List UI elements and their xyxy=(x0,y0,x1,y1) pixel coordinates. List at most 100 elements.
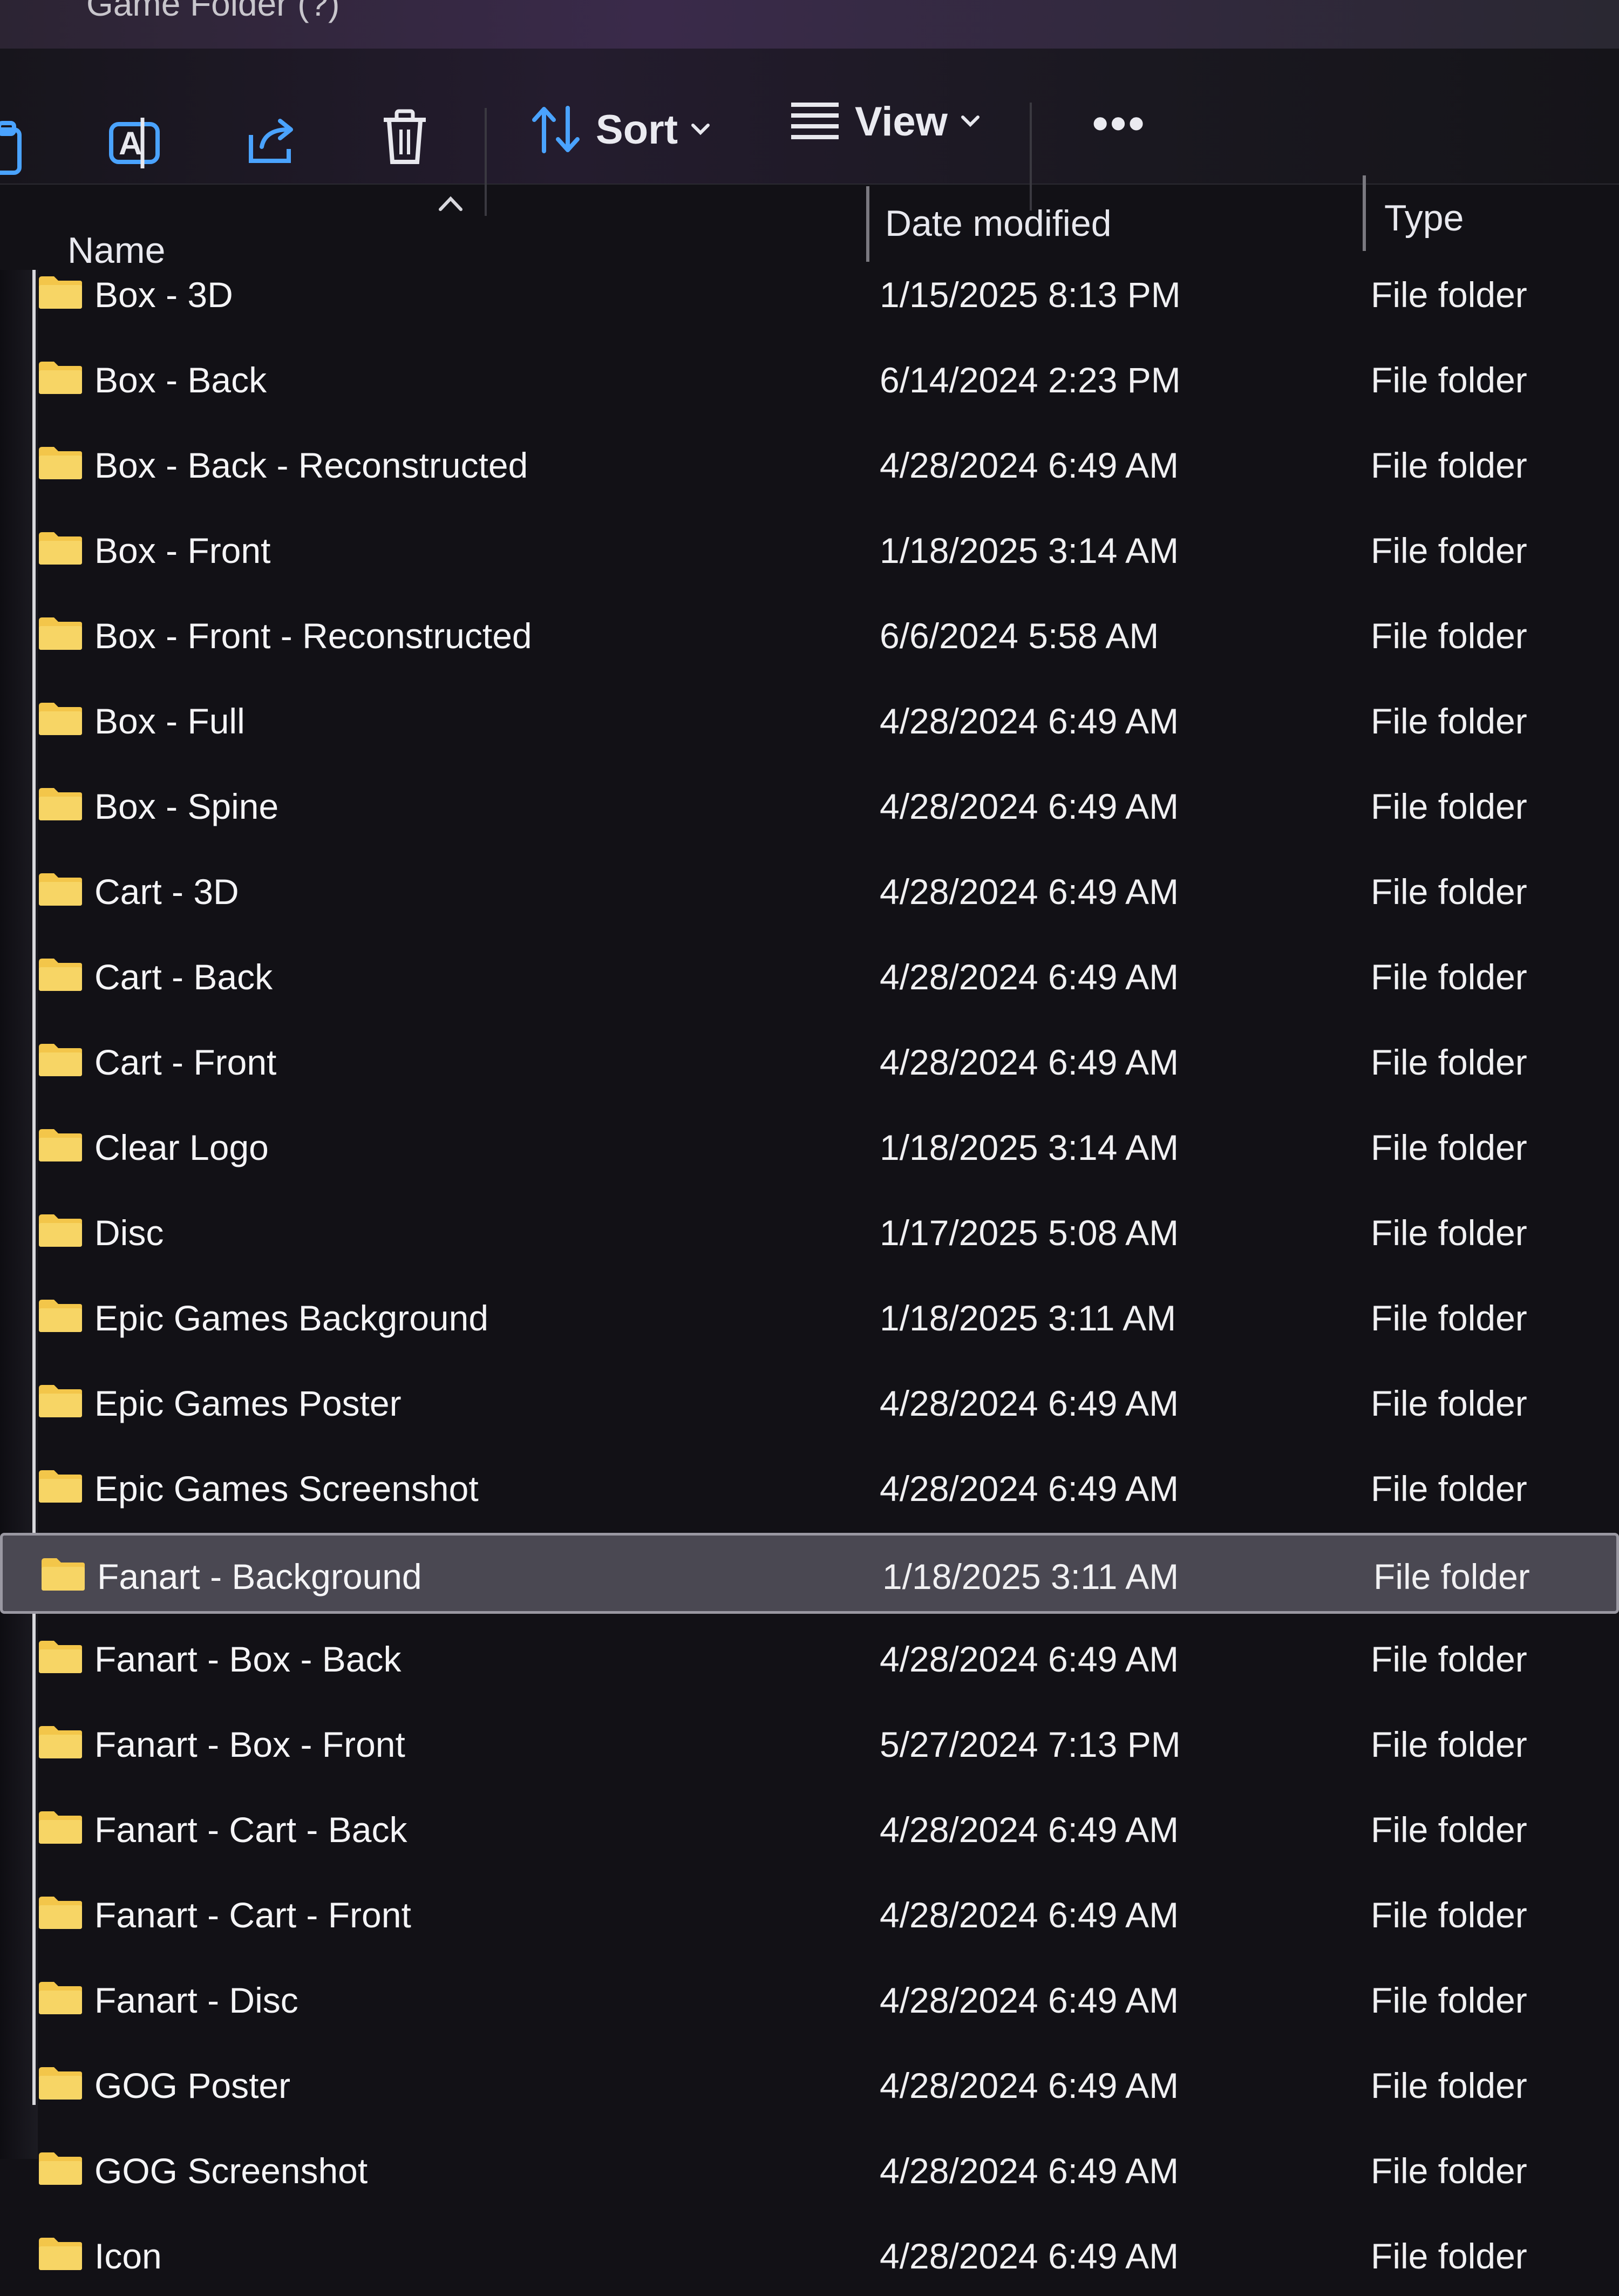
file-name: Fanart - Background xyxy=(97,1557,422,1597)
file-date-modified: 5/27/2024 7:13 PM xyxy=(880,1724,1181,1764)
file-name: Cart - 3D xyxy=(94,872,239,912)
file-date-modified: 1/17/2025 5:08 AM xyxy=(880,1213,1179,1253)
file-row[interactable]: Box - Spine 4/28/2024 6:49 AM File folder xyxy=(0,765,1619,846)
file-type: File folder xyxy=(1371,1213,1527,1253)
file-type: File folder xyxy=(1371,2236,1527,2276)
file-type: File folder xyxy=(1371,701,1527,741)
file-row[interactable]: Box - 3D 1/15/2025 8:13 PM File folder xyxy=(0,254,1619,335)
folder-icon xyxy=(39,2067,82,2100)
file-name: Fanart - Box - Front xyxy=(94,1724,405,1764)
file-name: Fanart - Cart - Back xyxy=(94,1810,407,1850)
file-row[interactable]: Clear Logo 1/18/2025 3:14 AM File folder xyxy=(0,1106,1619,1187)
file-name: Clear Logo xyxy=(94,1127,269,1167)
file-date-modified: 4/28/2024 6:49 AM xyxy=(880,445,1179,485)
sort-icon xyxy=(532,106,580,153)
folder-icon xyxy=(39,788,82,820)
delete-button[interactable] xyxy=(380,108,429,167)
folder-icon xyxy=(39,2238,82,2270)
file-date-modified: 4/28/2024 6:49 AM xyxy=(880,786,1179,826)
paste-button[interactable] xyxy=(0,119,27,178)
file-date-modified: 4/28/2024 6:49 AM xyxy=(880,957,1179,997)
file-date-modified: 4/28/2024 6:49 AM xyxy=(880,1469,1179,1509)
file-row[interactable]: Fanart - Background 1/18/2025 3:11 AM File… xyxy=(0,1533,1619,1614)
paste-icon xyxy=(0,121,22,175)
file-date-modified: 1/18/2025 3:14 AM xyxy=(880,1127,1179,1167)
file-row[interactable]: Epic Games Background 1/18/2025 3:11 AM Fi… xyxy=(0,1277,1619,1358)
file-row[interactable]: Cart - Back 4/28/2024 6:49 AM File folder xyxy=(0,936,1619,1017)
trash-icon xyxy=(384,109,426,164)
file-row[interactable]: Box - Front 1/18/2025 3:14 AM File folder xyxy=(0,510,1619,590)
column-header-date-modified[interactable]: Date modified xyxy=(885,202,1112,244)
file-date-modified: 4/28/2024 6:49 AM xyxy=(880,1042,1179,1082)
sort-button[interactable]: Sort xyxy=(529,103,710,157)
share-button[interactable] xyxy=(246,113,300,167)
file-name: Disc xyxy=(94,1213,164,1253)
folder-icon xyxy=(39,617,82,650)
file-row[interactable]: Epic Games Screenshot 4/28/2024 6:49 AM Fi… xyxy=(0,1448,1619,1529)
file-row[interactable]: Box - Front - Reconstructed 6/6/2024 5:58… xyxy=(0,595,1619,676)
file-date-modified: 4/28/2024 6:49 AM xyxy=(880,1639,1179,1679)
file-name: GOG Poster xyxy=(94,2066,291,2105)
rename-button[interactable]: A xyxy=(108,113,162,173)
column-header-type[interactable]: Type xyxy=(1384,197,1464,239)
chevron-down-icon xyxy=(691,124,710,135)
sort-ascending-icon xyxy=(439,196,462,211)
folder-icon xyxy=(42,1558,85,1591)
file-type: File folder xyxy=(1371,1383,1527,1423)
folder-icon xyxy=(39,873,82,906)
file-row[interactable]: Fanart - Box - Front 5/27/2024 7:13 PM Fil… xyxy=(0,1703,1619,1784)
folder-icon xyxy=(39,362,82,394)
folder-icon xyxy=(39,1811,82,1844)
file-row[interactable]: GOG Screenshot 4/28/2024 6:49 AM File fold… xyxy=(0,2130,1619,2211)
file-row[interactable]: Box - Full 4/28/2024 6:49 AM File folder xyxy=(0,680,1619,761)
file-name: Cart - Front xyxy=(94,1042,277,1082)
file-row[interactable]: Fanart - Disc 4/28/2024 6:49 AM File folde… xyxy=(0,1959,1619,2040)
file-name: Icon xyxy=(94,2236,162,2276)
file-row[interactable]: Fanart - Cart - Front 4/28/2024 6:49 AM Fi… xyxy=(0,1874,1619,1955)
file-date-modified: 4/28/2024 6:49 AM xyxy=(880,1810,1179,1850)
file-row[interactable]: Cart - 3D 4/28/2024 6:49 AM File folder xyxy=(0,851,1619,932)
file-type: File folder xyxy=(1371,1298,1527,1338)
file-row[interactable]: Box - Back - Reconstructed 4/28/2024 6:49… xyxy=(0,424,1619,505)
file-date-modified: 4/28/2024 6:49 AM xyxy=(880,701,1179,741)
file-name: Fanart - Box - Back xyxy=(94,1639,402,1679)
file-type: File folder xyxy=(1371,616,1527,656)
file-type: File folder xyxy=(1371,1810,1527,1850)
file-row[interactable]: Box - Back 6/14/2024 2:23 PM File folder xyxy=(0,339,1619,420)
file-row[interactable]: Fanart - Box - Back 4/28/2024 6:49 AM File… xyxy=(0,1618,1619,1699)
folder-icon xyxy=(39,1897,82,1929)
file-date-modified: 4/28/2024 6:49 AM xyxy=(880,1383,1179,1423)
column-resize-handle[interactable] xyxy=(1363,175,1366,251)
breadcrumb[interactable]: Game Folder (?) xyxy=(86,0,339,24)
file-type: File folder xyxy=(1371,1639,1527,1679)
file-name: Fanart - Disc xyxy=(94,1980,298,2020)
file-row[interactable]: Cart - Front 4/28/2024 6:49 AM File folder xyxy=(0,1021,1619,1102)
file-date-modified: 4/28/2024 6:49 AM xyxy=(880,2066,1179,2105)
more-options-button[interactable]: ••• xyxy=(1079,97,1146,150)
title-bar: Game Folder (?) xyxy=(0,0,1619,49)
file-type: File folder xyxy=(1371,1042,1527,1082)
folder-icon xyxy=(39,1300,82,1332)
file-date-modified: 4/28/2024 6:49 AM xyxy=(880,2151,1179,2191)
rename-icon: A xyxy=(109,118,160,168)
file-name: Box - Full xyxy=(94,701,245,741)
file-name: Box - 3D xyxy=(94,275,233,315)
file-date-modified: 4/28/2024 6:49 AM xyxy=(880,1895,1179,1935)
column-resize-handle[interactable] xyxy=(866,186,869,262)
file-name: Epic Games Background xyxy=(94,1298,489,1338)
file-date-modified: 6/14/2024 2:23 PM xyxy=(880,360,1181,400)
file-row[interactable]: Disc 1/17/2025 5:08 AM File folder xyxy=(0,1192,1619,1273)
file-type: File folder xyxy=(1373,1557,1530,1597)
file-row[interactable]: Fanart - Cart - Back 4/28/2024 6:49 AM Fil… xyxy=(0,1789,1619,1870)
file-row[interactable]: GOG Poster 4/28/2024 6:49 AM File folder xyxy=(0,2044,1619,2125)
file-name: Box - Front xyxy=(94,531,271,570)
file-row[interactable]: Icon 4/28/2024 6:49 AM File folder xyxy=(0,2215,1619,2296)
file-row[interactable]: Epic Games Poster 4/28/2024 6:49 AM File f… xyxy=(0,1362,1619,1443)
file-date-modified: 1/18/2025 3:11 AM xyxy=(882,1557,1179,1597)
sort-label: Sort xyxy=(596,106,678,153)
file-name: Box - Back xyxy=(94,360,267,400)
folder-icon xyxy=(39,1470,82,1503)
file-type: File folder xyxy=(1371,2151,1527,2191)
view-button[interactable]: View xyxy=(788,97,980,146)
folder-icon xyxy=(39,2152,82,2185)
